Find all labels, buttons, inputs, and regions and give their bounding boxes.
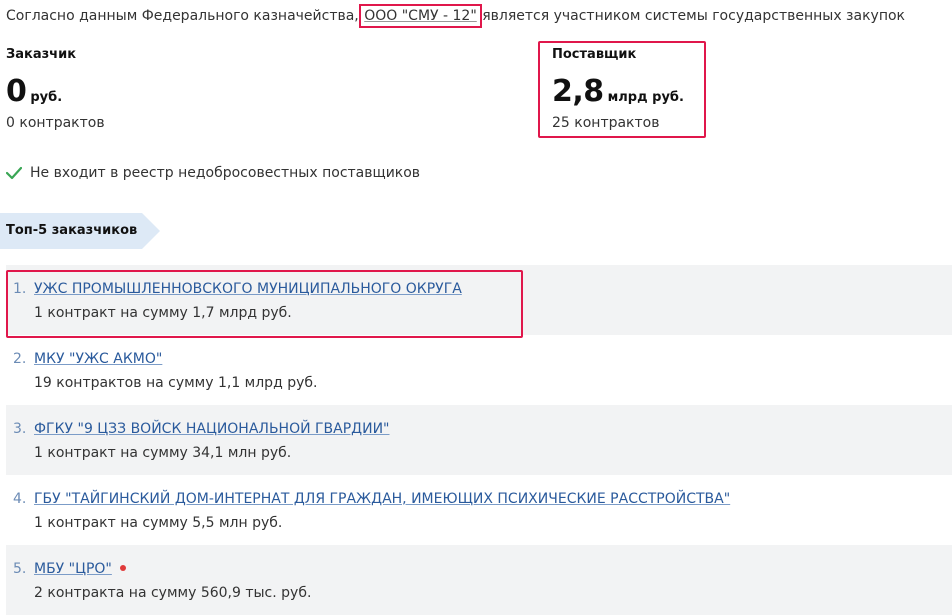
- customer-stats: Заказчик 0 руб. 0 контрактов: [6, 47, 105, 131]
- supplier-stats: Поставщик 2,8 млрд руб. 25 контрактов: [552, 47, 684, 131]
- supplier-title: Поставщик: [552, 47, 637, 62]
- registry-status: Не входит в реестр недобросовестных пост…: [6, 165, 420, 181]
- customer-amount-unit: руб.: [30, 90, 63, 105]
- list-item: 5. МБУ "ЦРО" 2 контракта на сумму 560,9 …: [6, 545, 952, 615]
- customer-link[interactable]: УЖС ПРОМЫШЛЕННОВСКОГО МУНИЦИПАЛЬНОГО ОКР…: [34, 281, 462, 297]
- intro-prefix: Согласно данным Федерального казначейств…: [6, 8, 364, 24]
- intro-suffix: является участником системы государствен…: [477, 8, 905, 24]
- list-item-summary: 1 контракт на сумму 1,7 млрд руб.: [34, 305, 292, 321]
- customer-amount-value: 0: [6, 74, 27, 109]
- list-item-index: 2.: [13, 351, 27, 367]
- supplier-amount-value: 2,8: [552, 74, 604, 109]
- customer-amount: 0 руб.: [6, 74, 105, 109]
- registry-status-text: Не входит в реестр недобросовестных пост…: [30, 165, 421, 181]
- list-item: 1. УЖС ПРОМЫШЛЕННОВСКОГО МУНИЦИПАЛЬНОГО …: [6, 265, 952, 335]
- list-item-summary: 1 контракт на сумму 34,1 млн руб.: [34, 445, 292, 461]
- top-customers-heading: Топ-5 заказчиков: [6, 223, 138, 238]
- list-item-index: 5.: [13, 561, 27, 577]
- list-item-title-row: МБУ "ЦРО": [34, 561, 126, 577]
- customer-link[interactable]: МКУ "УЖС АКМО": [34, 351, 162, 367]
- list-item-summary: 19 контрактов на сумму 1,1 млрд руб.: [34, 375, 318, 391]
- top-customers-list: 1. УЖС ПРОМЫШЛЕННОВСКОГО МУНИЦИПАЛЬНОГО …: [6, 265, 952, 615]
- top-customers-heading-ribbon: Топ-5 заказчиков: [0, 213, 160, 249]
- customer-title: Заказчик: [6, 47, 77, 62]
- list-item-index: 1.: [13, 281, 27, 297]
- org-name-link[interactable]: ООО "СМУ - 12": [359, 4, 482, 28]
- list-item: 3. ФГКУ "9 ЦЗЗ ВОЙСК НАЦИОНАЛЬНОЙ ГВАРДИ…: [6, 405, 952, 475]
- list-item: 2. МКУ "УЖС АКМО" 19 контрактов на сумму…: [6, 335, 952, 405]
- check-icon: [6, 166, 22, 180]
- intro-text: Согласно данным Федерального казначейств…: [6, 4, 905, 28]
- customer-link[interactable]: ФГКУ "9 ЦЗЗ ВОЙСК НАЦИОНАЛЬНОЙ ГВАРДИИ": [34, 421, 390, 437]
- list-item: 4. ГБУ "ТАЙГИНСКИЙ ДОМ-ИНТЕРНАТ ДЛЯ ГРАЖ…: [6, 475, 952, 545]
- customer-contracts: 0 контрактов: [6, 115, 105, 131]
- customer-link[interactable]: ГБУ "ТАЙГИНСКИЙ ДОМ-ИНТЕРНАТ ДЛЯ ГРАЖДАН…: [34, 491, 730, 507]
- list-item-summary: 1 контракт на сумму 5,5 млн руб.: [34, 515, 283, 531]
- supplier-amount: 2,8 млрд руб.: [552, 74, 684, 109]
- list-item-index: 3.: [13, 421, 27, 437]
- status-dot-icon: [119, 565, 126, 571]
- list-item-index: 4.: [13, 491, 27, 507]
- supplier-amount-unit: млрд руб.: [607, 90, 684, 105]
- customer-link[interactable]: МБУ "ЦРО": [34, 561, 112, 577]
- supplier-contracts: 25 контрактов: [552, 115, 660, 131]
- list-item-summary: 2 контракта на сумму 560,9 тыс. руб.: [34, 585, 312, 601]
